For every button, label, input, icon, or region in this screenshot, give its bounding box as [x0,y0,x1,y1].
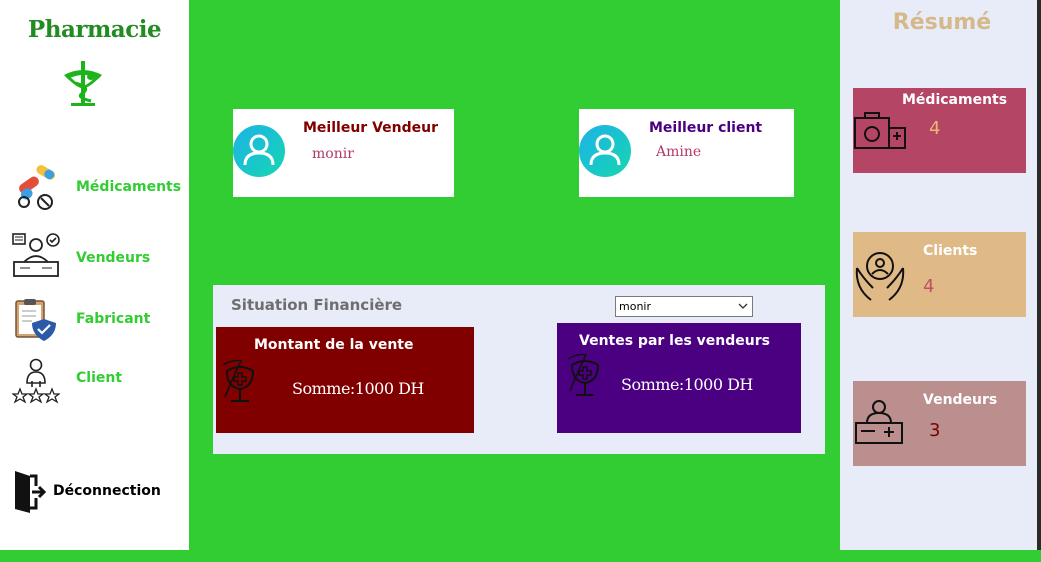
pills-icon [18,165,56,210]
pharmacist-counter-icon [855,400,903,444]
sidebar-item-medicaments[interactable]: Médicaments [0,164,189,216]
window-edge [1037,0,1041,550]
sidebar-item-label: Vendeurs [76,250,151,266]
pharmacy-caduceus-icon [64,61,102,106]
logout-button[interactable]: Déconnection [0,466,189,516]
care-hands-icon [855,252,905,301]
summary-card-label: Vendeurs [923,392,998,408]
user-avatar-icon [579,125,631,177]
vendor-select-value: monir [619,300,651,313]
summary-card-clients: Clients 4 [853,232,1026,317]
summary-card-vendeurs: Vendeurs 3 [853,381,1026,466]
sidebar-item-client[interactable]: Client [0,357,189,409]
pharmacy-bowl-icon [222,359,255,402]
sidebar-item-vendeurs[interactable]: Vendeurs [0,232,189,284]
medicine-kit-icon [854,112,906,149]
best-vendor-card: Meilleur Vendeur monir [233,109,454,197]
best-client-card: Meilleur client Amine [579,109,794,197]
best-vendor-title: Meilleur Vendeur [303,120,438,136]
vendor-sales-card: Ventes par les vendeurs Somme:1000 DH [557,323,801,433]
app-brand: Pharmacie [27,16,162,43]
summary-card-value: 3 [929,420,941,441]
vendor-sales-sum: Somme:1000 DH [621,375,753,394]
sidebar-item-label: Fabricant [76,311,151,327]
best-client-title: Meilleur client [649,120,763,136]
sale-amount-title: Montant de la vente [254,337,414,353]
logout-label: Déconnection [53,483,161,499]
sale-amount-sum: Somme:1000 DH [292,379,424,398]
best-client-name: Amine [656,144,702,160]
clipboard-shield-icon [15,299,56,341]
summary-title: Résumé [892,10,992,35]
sellers-icon [12,233,60,277]
finance-title: Situation Financière [231,296,403,314]
summary-card-label: Clients [923,243,978,259]
sale-amount-card: Montant de la vente Somme:1000 DH [216,327,474,433]
best-vendor-name: monir [312,146,354,162]
summary-card-value: 4 [923,276,935,297]
sidebar-item-label: Client [76,370,123,386]
vendor-sales-title: Ventes par les vendeurs [579,333,770,349]
summary-card-label: Médicaments [902,92,1008,108]
summary-card-medicaments: Médicaments 4 [853,88,1026,173]
summary-card-value: 4 [929,118,941,139]
client-rating-icon [12,358,60,404]
user-avatar-icon [233,125,285,177]
vendor-select[interactable]: monir [615,296,753,317]
bottom-strip [0,550,1041,562]
sidebar-item-label: Médicaments [76,179,182,195]
logout-door-icon [15,471,46,513]
sidebar-item-fabricant[interactable]: Fabricant [0,297,189,349]
pharmacy-bowl-icon [567,353,600,396]
chevron-down-icon [738,303,748,309]
